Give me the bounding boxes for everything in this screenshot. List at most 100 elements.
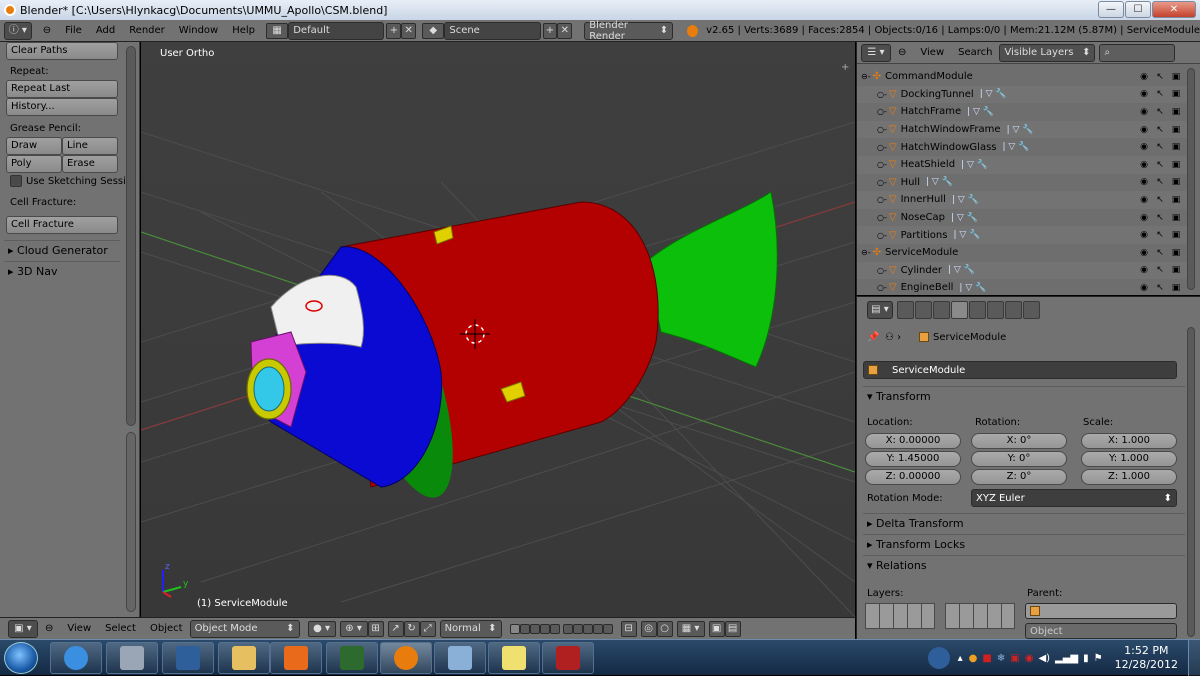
maximize-button[interactable]: ☐ xyxy=(1125,1,1151,18)
taskbar-explorer[interactable] xyxy=(218,642,270,674)
taskbar-orbiter[interactable] xyxy=(542,642,594,674)
outliner-row[interactable]: ○- ▽ HatchWindowGlass | ▽ 🔧 ◉ ↖ ▣ xyxy=(857,138,1187,156)
outliner-row[interactable]: ○- ▽ NoseCap | ▽ 🔧 ◉ ↖ ▣ xyxy=(857,209,1187,227)
network-signal-icon[interactable]: ▂▄▆ xyxy=(1055,653,1078,664)
eye-icon[interactable]: ◉ xyxy=(1139,230,1149,240)
outliner-row[interactable]: ○- ▽ DockingTunnel | ▽ 🔧 ◉ ↖ ▣ xyxy=(857,85,1187,104)
cursor-select-icon[interactable]: ↖ xyxy=(1155,248,1165,258)
cursor-select-icon[interactable]: ↖ xyxy=(1155,230,1165,240)
start-button[interactable] xyxy=(4,642,38,674)
scene-field[interactable]: Scene xyxy=(444,21,541,40)
cell-fracture-button[interactable]: Cell Fracture xyxy=(6,216,118,234)
beats-audio-icon[interactable]: ◉ xyxy=(1025,653,1034,664)
tree-node-icon[interactable]: ○- xyxy=(877,283,887,292)
outliner-row-name[interactable]: Hull xyxy=(901,177,920,188)
scale-x-field[interactable]: X: 1.000 xyxy=(1081,433,1177,449)
eye-icon[interactable]: ◉ xyxy=(1139,72,1149,82)
snap-icon[interactable]: ○ xyxy=(656,620,673,637)
remove-screen-button[interactable]: ✕ xyxy=(401,22,417,39)
modifiers-tab[interactable] xyxy=(987,301,1004,319)
tree-node-icon[interactable]: ○- xyxy=(877,143,887,152)
layer-buttons[interactable] xyxy=(509,623,613,634)
docking-tunnel-inner[interactable] xyxy=(253,366,285,412)
poly-button[interactable]: Poly xyxy=(6,155,62,173)
rotation-x-field[interactable]: X: 0° xyxy=(971,433,1067,449)
cursor-select-icon[interactable]: ↖ xyxy=(1155,125,1165,135)
outliner-row[interactable]: ⊖- ✣ CommandModule ◉ ↖ ▣ xyxy=(857,68,1187,86)
render-image-icon[interactable]: ▣ xyxy=(708,620,725,637)
menu-add[interactable]: Add xyxy=(89,25,122,36)
scene-icon[interactable]: ◆ xyxy=(422,22,445,39)
rotation-y-field[interactable]: Y: 0° xyxy=(971,451,1067,467)
mode-select[interactable]: Object Mode ⬍ xyxy=(189,619,300,638)
tree-node-icon[interactable]: ○- xyxy=(877,178,887,187)
layer-button[interactable] xyxy=(582,623,593,634)
disclosure-icon[interactable]: ⊖ xyxy=(38,623,60,634)
clear-paths-button[interactable]: Clear Paths xyxy=(6,42,118,60)
outliner-view-menu[interactable]: View xyxy=(913,47,951,58)
tree-node-icon[interactable]: ○- xyxy=(877,107,887,116)
taskbar-media[interactable] xyxy=(270,642,322,674)
outliner-row-name[interactable]: NoseCap xyxy=(901,212,945,223)
rotation-z-field[interactable]: Z: 0° xyxy=(971,469,1067,485)
battery-icon[interactable]: ▮ xyxy=(1083,653,1089,664)
outliner-row[interactable]: ○- ▽ Partitions | ▽ 🔧 ◉ ↖ ▣ xyxy=(857,226,1187,244)
tray-app-icon-2[interactable]: ■ xyxy=(982,653,991,664)
line-button[interactable]: Line xyxy=(62,137,118,155)
render-animation-icon[interactable]: ▤ xyxy=(724,620,741,637)
tree-node-icon[interactable]: ○- xyxy=(877,231,887,240)
expand-collapse-icon[interactable]: ⊖- xyxy=(861,72,871,81)
show-desktop-button[interactable] xyxy=(1188,640,1200,676)
tray-app-icon-1[interactable]: ● xyxy=(969,653,978,664)
layer-button[interactable] xyxy=(529,623,540,634)
location-z-field[interactable]: Z: 0.00000 xyxy=(865,469,961,485)
parent-field[interactable] xyxy=(1025,603,1177,619)
tool-shelf-scroll-track[interactable] xyxy=(126,432,136,612)
tree-node-icon[interactable]: ○- xyxy=(877,90,887,99)
layer-button[interactable] xyxy=(592,623,603,634)
display-mode-select[interactable]: Visible Layers ⬍ xyxy=(999,43,1096,62)
properties-editor-button[interactable]: ▤ ▾ xyxy=(867,301,893,319)
eye-icon[interactable]: ◉ xyxy=(1139,125,1149,135)
outliner-row-name[interactable]: Partitions xyxy=(901,230,948,241)
mesh-data-modifier-icons[interactable]: | ▽ 🔧 xyxy=(951,213,978,223)
render-camera-icon[interactable]: ▣ xyxy=(1171,72,1181,82)
mesh-data-modifier-icons[interactable]: | ▽ 🔧 xyxy=(1003,142,1030,152)
texture-tab[interactable] xyxy=(1005,301,1022,319)
taskbar-hp[interactable] xyxy=(162,642,214,674)
scale-z-field[interactable]: Z: 1.000 xyxy=(1081,469,1177,485)
transform-orientation-select[interactable]: Normal ⬍ xyxy=(439,619,502,638)
rotate-manipulator-icon[interactable]: ↻ xyxy=(403,620,420,637)
menu-file[interactable]: File xyxy=(58,25,89,36)
nav-3d-panel[interactable]: ▸ 3D Nav xyxy=(4,261,120,281)
pivot-select[interactable]: ⊕ ▾ xyxy=(339,620,368,637)
transform-locks-panel-header[interactable]: ▸ Transform Locks xyxy=(863,534,1185,554)
properties-scrollbar[interactable] xyxy=(1187,327,1195,637)
outliner-row[interactable]: ○- ▽ HeatShield | ▽ 🔧 ◉ ↖ ▣ xyxy=(857,156,1187,174)
outliner-scrollbar[interactable] xyxy=(1187,68,1195,290)
layer-button[interactable] xyxy=(562,623,573,634)
eye-icon[interactable]: ◉ xyxy=(1139,283,1149,293)
shading-select[interactable]: ● ▾ xyxy=(307,620,336,637)
render-camera-icon[interactable]: ▣ xyxy=(1171,160,1181,170)
add-screen-button[interactable]: + xyxy=(386,22,402,39)
sketching-checkbox[interactable] xyxy=(10,175,22,187)
taskbar-blender[interactable] xyxy=(380,642,432,674)
outliner-row-name[interactable]: HeatShield xyxy=(901,159,955,170)
outliner-row[interactable]: ⊖- ✣ ServiceModule ◉ ↖ ▣ xyxy=(857,244,1187,262)
outliner-row-name[interactable]: CommandModule xyxy=(885,71,973,82)
render-camera-icon[interactable]: ▣ xyxy=(1171,142,1181,152)
outliner-search-menu[interactable]: Search xyxy=(951,47,999,58)
outliner-row-name[interactable]: DockingTunnel xyxy=(901,89,974,100)
layer-button[interactable] xyxy=(519,623,530,634)
tool-shelf-scrollbar[interactable] xyxy=(126,46,136,426)
layer-button[interactable] xyxy=(549,623,560,634)
disclosure-icon[interactable]: ⊖ xyxy=(36,25,58,36)
proportional-edit-icon[interactable]: ◎ xyxy=(640,620,657,637)
outliner-row-name[interactable]: HatchWindowFrame xyxy=(901,124,1001,135)
constraints-tab[interactable] xyxy=(969,301,986,319)
cursor-select-icon[interactable]: ↖ xyxy=(1155,89,1165,99)
delta-transform-panel-header[interactable]: ▸ Delta Transform xyxy=(863,513,1185,533)
rotation-mode-select[interactable]: XYZ Euler ⬍ xyxy=(971,489,1177,507)
menu-render[interactable]: Render xyxy=(122,25,172,36)
